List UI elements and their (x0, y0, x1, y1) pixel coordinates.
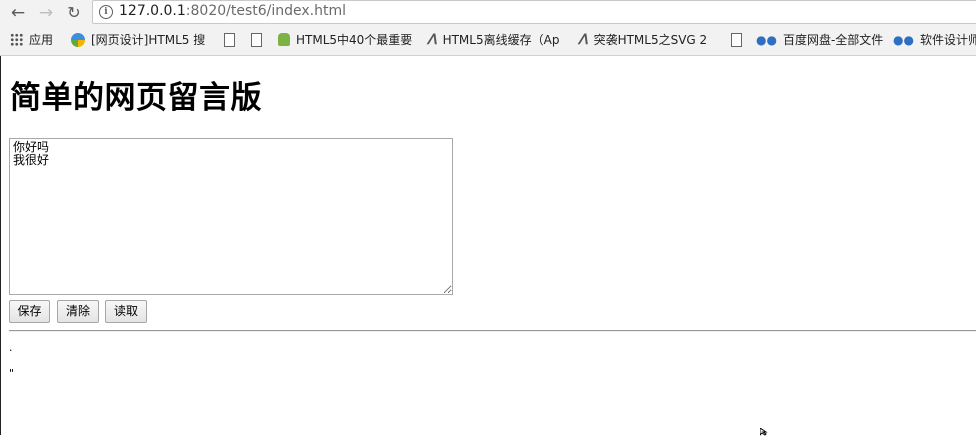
svg-logo-icon: ᐱ (578, 31, 588, 48)
bookmark-item[interactable] (731, 31, 748, 49)
browser-chrome: ← → ↻ i 127.0.0.1:8020/test6/index.html … (0, 0, 976, 56)
bookmark-label: 百度网盘-全部文件 (782, 33, 884, 47)
document-icon (224, 32, 235, 47)
bookmark-item[interactable]: [网页设计]HTML5 搜 (71, 31, 205, 49)
baidu-cloud-icon: ●● (893, 32, 914, 47)
bookmark-label: 突袭HTML5之SVG 2 (593, 33, 708, 47)
bookmark-item[interactable] (251, 31, 268, 49)
bookmark-item[interactable]: ᐱ 突袭HTML5之SVG 2 (578, 31, 707, 49)
url-text[interactable]: 127.0.0.1:8020/test6/index.html (119, 3, 346, 20)
bookmark-item[interactable]: ●● 软件设计师 (893, 31, 976, 49)
bookmark-item[interactable]: HTML5中40个最重要 (278, 31, 412, 49)
bookmark-apps[interactable]: 应用 (10, 31, 53, 49)
bookmark-item[interactable]: ●● 百度网盘-全部文件 (756, 31, 883, 49)
apps-grid-icon (10, 33, 23, 46)
page-title: 简单的网页留言版 (10, 80, 262, 116)
bookmark-item[interactable] (224, 31, 241, 49)
clear-button[interactable]: 清除 (57, 300, 99, 323)
bookmark-label: 软件设计师 (919, 33, 976, 47)
url-path: :8020/test6/index.html (185, 3, 347, 19)
save-button[interactable]: 保存 (9, 300, 50, 323)
divider (9, 330, 976, 332)
message-textarea[interactable] (9, 138, 453, 295)
bookmarks-bar: 应用 [网页设计]HTML5 搜 HTML5中40个最重要 ᐱ HTML5离线缓存… (0, 27, 976, 53)
browser-toolbar: ← → ↻ i 127.0.0.1:8020/test6/index.html (0, 0, 976, 26)
forward-arrow-icon[interactable]: → (36, 3, 56, 23)
colorful-ball-icon (71, 32, 85, 47)
bookmark-item[interactable]: ᐱ HTML5离线缓存（Ap (427, 31, 559, 49)
info-icon[interactable]: i (99, 5, 113, 19)
bookmark-label: HTML5中40个最重要 (296, 33, 413, 47)
url-host: 127.0.0.1 (119, 3, 186, 19)
baidu-cloud-icon: ●● (756, 32, 777, 47)
android-icon (278, 33, 290, 46)
reload-icon[interactable]: ↻ (64, 3, 84, 23)
svg-logo-icon: ᐱ (427, 31, 437, 48)
bookmark-label: HTML5离线缓存（Ap (442, 33, 560, 47)
output-line: . (9, 341, 13, 354)
document-icon (731, 32, 742, 47)
back-arrow-icon[interactable]: ← (8, 3, 28, 23)
bookmark-label: [网页设计]HTML5 搜 (91, 33, 206, 47)
bookmark-label: 应用 (29, 33, 54, 47)
page-content: 简单的网页留言版 保存 清除 读取 . " (0, 56, 976, 436)
address-bar[interactable]: i 127.0.0.1:8020/test6/index.html (92, 0, 976, 24)
read-button[interactable]: 读取 (105, 300, 147, 323)
output-line: " (9, 367, 15, 380)
document-icon (251, 32, 262, 47)
